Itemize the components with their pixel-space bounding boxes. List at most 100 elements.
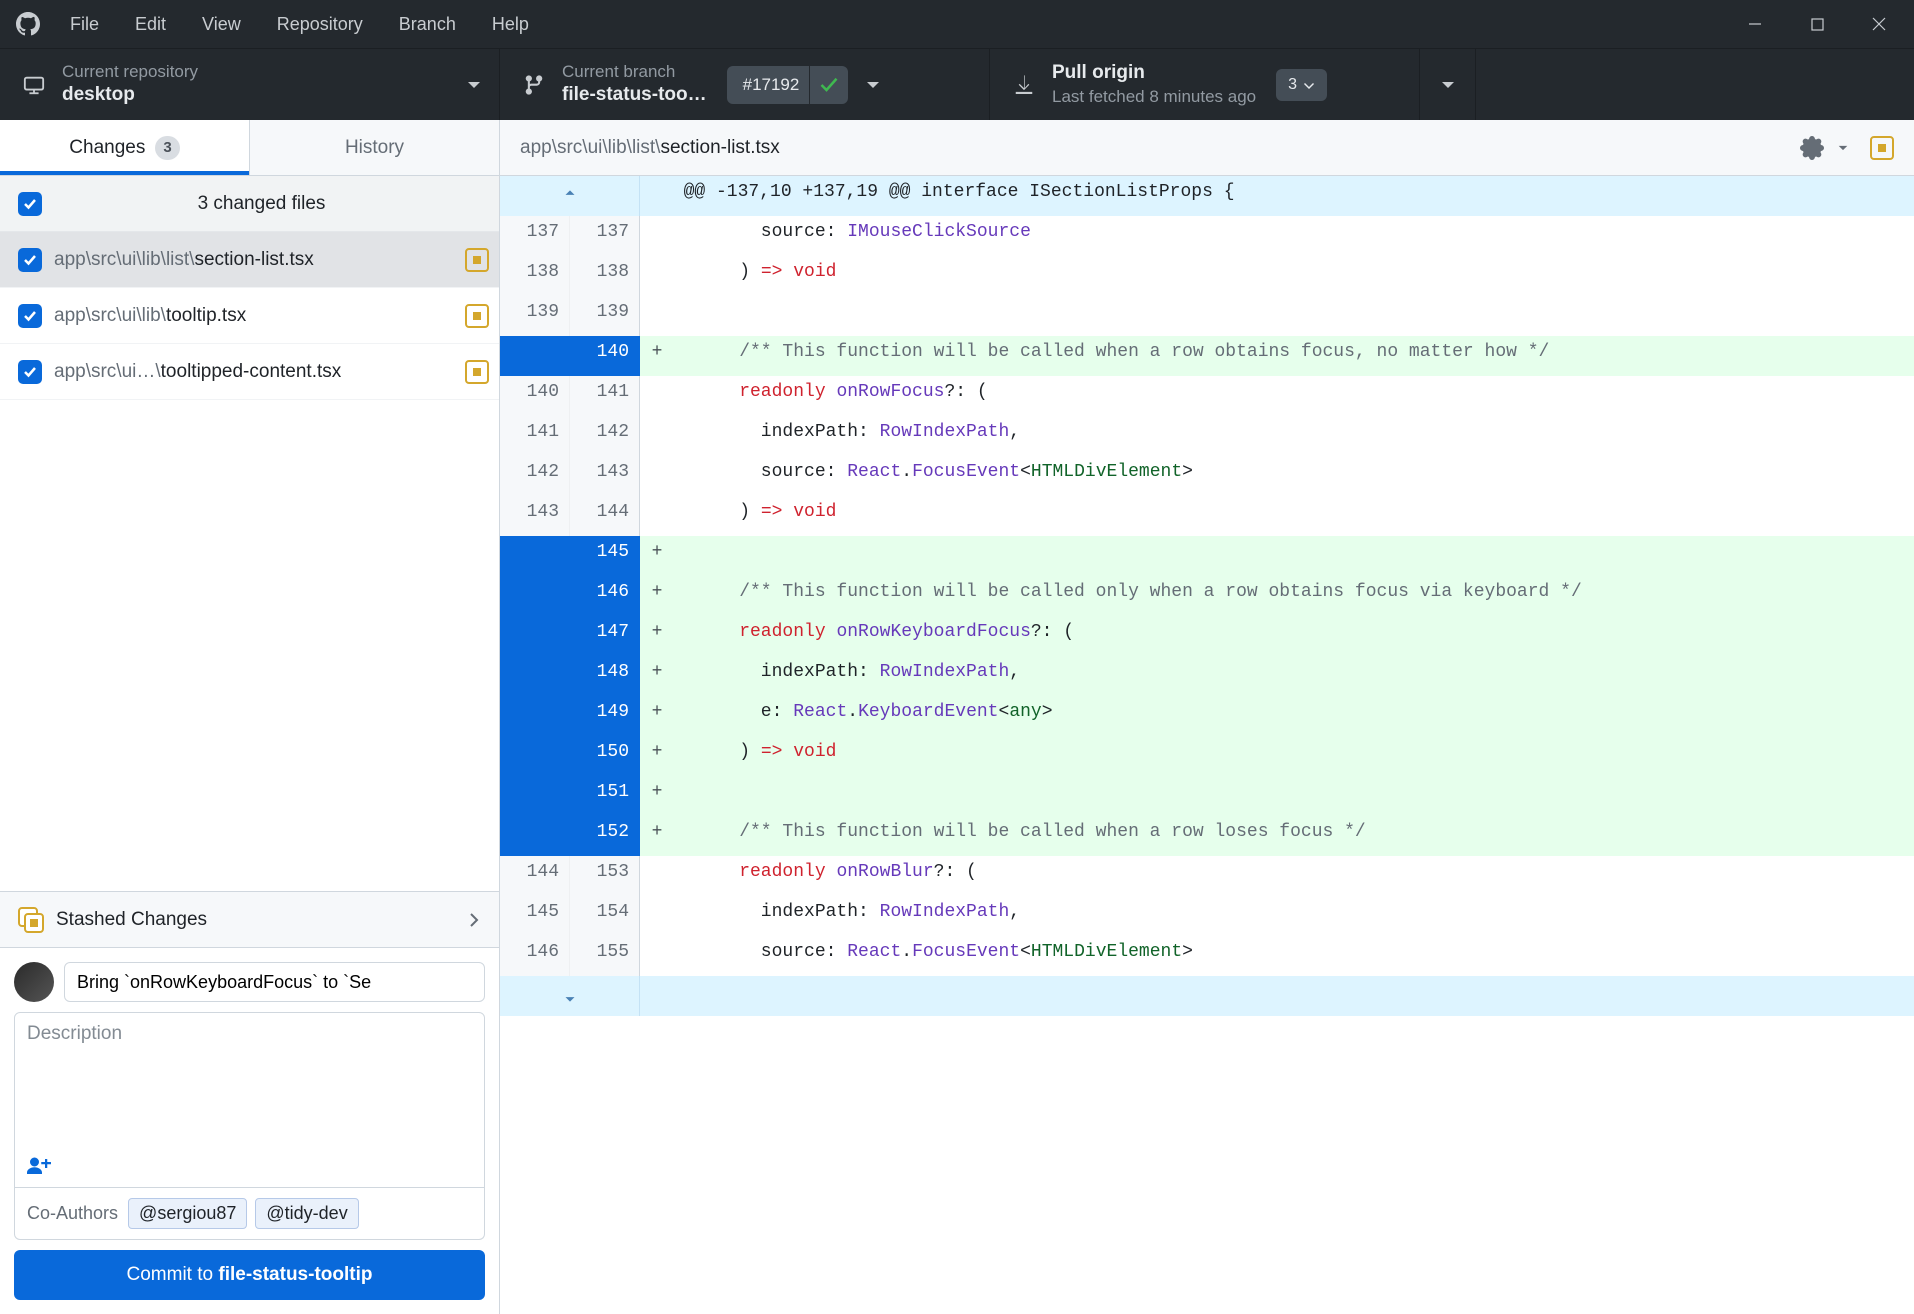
file-row[interactable]: app\src\ui\lib\tooltip.tsx bbox=[0, 288, 499, 344]
select-all-checkbox[interactable] bbox=[18, 192, 42, 216]
diff-line[interactable]: 148+ indexPath: RowIndexPath, bbox=[500, 656, 1914, 696]
toolbar: Current repository desktop Current branc… bbox=[0, 48, 1914, 120]
diff-line[interactable]: 142143 source: React.FocusEvent<HTMLDivE… bbox=[500, 456, 1914, 496]
line-new: 151 bbox=[570, 776, 640, 816]
line-old bbox=[500, 656, 570, 696]
diff-line[interactable]: 150+ ) => void bbox=[500, 736, 1914, 776]
code bbox=[674, 776, 1914, 816]
changed-files-count: 3 changed files bbox=[42, 193, 481, 215]
diff-line[interactable]: 144153 readonly onRowBlur?: ( bbox=[500, 856, 1914, 896]
line-old bbox=[500, 576, 570, 616]
line-old: 138 bbox=[500, 256, 570, 296]
stashed-changes-button[interactable]: Stashed Changes bbox=[0, 891, 499, 947]
coauthors-label: Co-Authors bbox=[27, 1203, 118, 1224]
menu-view[interactable]: View bbox=[184, 0, 259, 48]
menu-branch[interactable]: Branch bbox=[381, 0, 474, 48]
file-checkbox[interactable] bbox=[18, 304, 42, 328]
diff-line[interactable]: 149+ e: React.KeyboardEvent<any> bbox=[500, 696, 1914, 736]
diff-marker: + bbox=[640, 616, 674, 656]
line-new: 147 bbox=[570, 616, 640, 656]
diff-marker bbox=[640, 376, 674, 416]
diff-line[interactable]: 145+ bbox=[500, 536, 1914, 576]
diff-line[interactable]: 151+ bbox=[500, 776, 1914, 816]
window-close-button[interactable] bbox=[1848, 0, 1910, 48]
diff-line[interactable]: 152+ /** This function will be called wh… bbox=[500, 816, 1914, 856]
diff-line[interactable]: 139139 bbox=[500, 296, 1914, 336]
branch-name: file-status-too… bbox=[562, 83, 707, 108]
pull-count: 3 bbox=[1288, 76, 1297, 94]
commit-button-prefix: Commit to bbox=[127, 1264, 219, 1285]
line-old: 140 bbox=[500, 376, 570, 416]
window-maximize-button[interactable] bbox=[1786, 0, 1848, 48]
line-old: 141 bbox=[500, 416, 570, 456]
menu-repository[interactable]: Repository bbox=[259, 0, 381, 48]
diff-line[interactable]: 140141 readonly onRowFocus?: ( bbox=[500, 376, 1914, 416]
app-menu-bar: FileEditViewRepositoryBranchHelp bbox=[52, 0, 547, 48]
check-icon bbox=[810, 66, 848, 104]
diff-marker bbox=[640, 496, 674, 536]
file-checkbox[interactable] bbox=[18, 360, 42, 384]
expand-hunk-down[interactable] bbox=[500, 976, 1914, 1016]
diff-marker bbox=[640, 896, 674, 936]
repository-dropdown[interactable]: Current repository desktop bbox=[0, 49, 500, 120]
line-new: 141 bbox=[570, 376, 640, 416]
coauthor-pill[interactable]: @tidy-dev bbox=[255, 1198, 358, 1229]
diff-line[interactable]: 143144 ) => void bbox=[500, 496, 1914, 536]
diff-line[interactable]: 137137 source: IMouseClickSource bbox=[500, 216, 1914, 256]
commit-button-branch: file-status-tooltip bbox=[218, 1264, 372, 1285]
code: /** This function will be called when a … bbox=[674, 816, 1914, 856]
tab-history[interactable]: History bbox=[249, 120, 499, 175]
branch-dropdown[interactable]: Current branch file-status-too… #17192 bbox=[500, 49, 990, 120]
pull-title: Pull origin bbox=[1052, 61, 1256, 86]
code: source: React.FocusEvent<HTMLDivElement> bbox=[674, 936, 1914, 976]
menu-edit[interactable]: Edit bbox=[117, 0, 184, 48]
summary-input[interactable] bbox=[64, 962, 485, 1002]
file-row[interactable]: app\src\ui…\tooltipped-content.tsx bbox=[0, 344, 499, 400]
pull-count-badge: 3 bbox=[1276, 69, 1327, 101]
diff-view[interactable]: @@ -137,10 +137,19 @@ interface ISection… bbox=[500, 176, 1914, 1016]
diff-settings-button[interactable] bbox=[1800, 136, 1824, 160]
file-row[interactable]: app\src\ui\lib\list\section-list.tsx bbox=[0, 232, 499, 288]
stash-icon bbox=[18, 907, 44, 933]
window-minimize-button[interactable] bbox=[1724, 0, 1786, 48]
coauthor-pill[interactable]: @sergiou87 bbox=[128, 1198, 247, 1229]
tab-changes-label: Changes bbox=[69, 137, 145, 159]
diff-marker bbox=[640, 856, 674, 896]
changed-files-header: 3 changed files bbox=[0, 176, 499, 232]
line-new: 155 bbox=[570, 936, 640, 976]
diff-line[interactable]: 147+ readonly onRowKeyboardFocus?: ( bbox=[500, 616, 1914, 656]
description-input[interactable] bbox=[27, 1023, 472, 1153]
line-new: 143 bbox=[570, 456, 640, 496]
file-status-modified-icon bbox=[465, 248, 489, 272]
stashed-label: Stashed Changes bbox=[56, 909, 207, 931]
tab-history-label: History bbox=[345, 137, 404, 159]
menu-help[interactable]: Help bbox=[474, 0, 547, 48]
diff-marker bbox=[640, 936, 674, 976]
pull-subtitle: Last fetched 8 minutes ago bbox=[1052, 86, 1256, 108]
diff-line[interactable]: 146155 source: React.FocusEvent<HTMLDivE… bbox=[500, 936, 1914, 976]
expand-hunk-up[interactable]: @@ -137,10 +137,19 @@ interface ISection… bbox=[500, 176, 1914, 216]
commit-button[interactable]: Commit to file-status-tooltip bbox=[14, 1250, 485, 1300]
pull-origin-button[interactable]: Pull origin Last fetched 8 minutes ago 3 bbox=[990, 49, 1420, 120]
diff-line[interactable]: 138138 ) => void bbox=[500, 256, 1914, 296]
line-old bbox=[500, 616, 570, 656]
diff-line[interactable]: 141142 indexPath: RowIndexPath, bbox=[500, 416, 1914, 456]
diff-line[interactable]: 145154 indexPath: RowIndexPath, bbox=[500, 896, 1914, 936]
line-old: 137 bbox=[500, 216, 570, 256]
code: /** This function will be called when a … bbox=[674, 336, 1914, 376]
file-checkbox[interactable] bbox=[18, 248, 42, 272]
menu-file[interactable]: File bbox=[52, 0, 117, 48]
repo-label: Current repository bbox=[62, 61, 198, 83]
code: /** This function will be called only wh… bbox=[674, 576, 1914, 616]
add-coauthor-icon[interactable] bbox=[27, 1153, 51, 1177]
toolbar-more-button[interactable] bbox=[1420, 49, 1476, 120]
diff-line[interactable]: 140+ /** This function will be called wh… bbox=[500, 336, 1914, 376]
titlebar: FileEditViewRepositoryBranchHelp bbox=[0, 0, 1914, 48]
line-old: 146 bbox=[500, 936, 570, 976]
tab-changes[interactable]: Changes 3 bbox=[0, 120, 249, 175]
commit-form: Co-Authors @sergiou87 @tidy-dev Commit to… bbox=[0, 947, 499, 1314]
pr-badge[interactable]: #17192 bbox=[727, 66, 810, 104]
diff-line[interactable]: 146+ /** This function will be called on… bbox=[500, 576, 1914, 616]
line-old bbox=[500, 696, 570, 736]
app-logo bbox=[4, 12, 52, 36]
